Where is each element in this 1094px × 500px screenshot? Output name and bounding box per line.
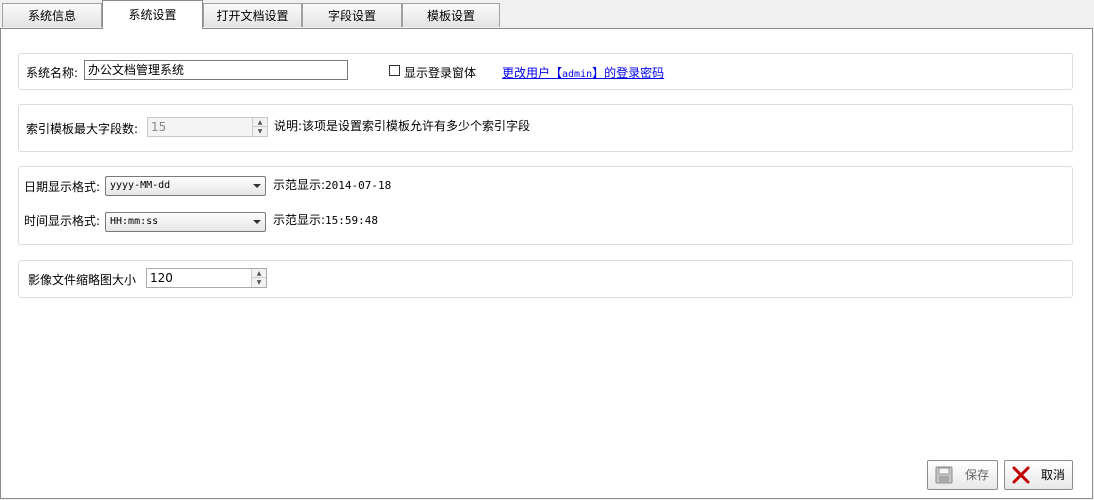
close-icon [1012, 466, 1030, 484]
save-label: 保存 [965, 468, 990, 482]
save-icon [935, 466, 953, 484]
link-username: admin [562, 69, 593, 80]
tab-bar: 系统信息 系统设置 打开文档设置 字段设置 模板设置 [0, 0, 1094, 29]
chevron-down-icon [253, 220, 261, 224]
tab-template-settings[interactable]: 模板设置 [402, 3, 500, 27]
tab-label: 字段设置 [327, 9, 376, 23]
date-example-label: 示范显示: [273, 178, 326, 192]
spin-up-icon[interactable]: ▲ [252, 269, 266, 278]
time-format-label: 时间显示格式: [24, 214, 101, 228]
show-login-checkbox[interactable] [389, 65, 400, 76]
cancel-button[interactable]: 取消 [1004, 460, 1073, 490]
tab-open-document-settings[interactable]: 打开文档设置 [203, 3, 302, 27]
time-example: 示范显示:15:59:48 [273, 211, 378, 228]
date-format-label: 日期显示格式: [24, 180, 101, 194]
index-template-value: 15 [151, 120, 167, 134]
spin-down-icon[interactable]: ▼ [253, 127, 267, 136]
date-example: 示范显示:2014-07-18 [273, 176, 391, 193]
time-format-select[interactable]: HH:mm:ss [105, 212, 266, 232]
date-format-select[interactable]: yyyy-MM-dd [105, 176, 266, 196]
index-template-note: 说明:该项是设置索引模板允许有多少个索引字段 [274, 119, 531, 133]
save-button[interactable]: 保存 [927, 460, 998, 490]
settings-pane: 系统名称: 办公文档管理系统 显示登录窗体 更改用户【admin】的登录密码 索… [0, 28, 1093, 499]
thumbnail-value: 120 [150, 271, 173, 285]
system-name-group: 系统名称: 办公文档管理系统 显示登录窗体 更改用户【admin】的登录密码 [18, 53, 1073, 90]
tab-field-settings[interactable]: 字段设置 [302, 3, 402, 27]
thumbnail-group: 影像文件缩略图大小 120 ▲ ▼ [18, 260, 1073, 298]
index-template-spinner[interactable]: 15 ▲ ▼ [147, 117, 268, 137]
index-template-label: 索引模板最大字段数: [26, 122, 139, 136]
cancel-label: 取消 [1041, 468, 1066, 482]
tab-label: 打开文档设置 [216, 9, 289, 23]
tab-system-settings[interactable]: 系统设置 [102, 0, 203, 29]
spinner-buttons[interactable]: ▲ ▼ [251, 269, 266, 287]
time-example-value: 15:59:48 [325, 214, 379, 227]
spinner-buttons[interactable]: ▲ ▼ [252, 118, 267, 136]
date-format-value: yyyy-MM-dd [110, 180, 171, 191]
thumbnail-size-spinner[interactable]: 120 ▲ ▼ [146, 268, 267, 288]
system-name-label: 系统名称: [26, 66, 79, 80]
tab-label: 模板设置 [426, 9, 475, 23]
spin-up-icon[interactable]: ▲ [253, 118, 267, 127]
link-prefix: 更改用户【 [502, 66, 563, 80]
change-password-link[interactable]: 更改用户【admin】的登录密码 [502, 64, 664, 81]
tab-system-info[interactable]: 系统信息 [2, 3, 102, 27]
system-name-input[interactable]: 办公文档管理系统 [84, 60, 348, 80]
tab-label: 系统设置 [128, 8, 177, 22]
date-example-value: 2014-07-18 [325, 179, 392, 192]
tab-label: 系统信息 [27, 9, 76, 23]
show-login-label[interactable]: 显示登录窗体 [404, 64, 476, 81]
index-template-group: 索引模板最大字段数: 15 ▲ ▼ 说明:该项是设置索引模板允许有多少个索引字段 [18, 104, 1073, 152]
link-suffix: 】的登录密码 [592, 66, 665, 80]
chevron-down-icon [253, 184, 261, 188]
time-format-value: HH:mm:ss [110, 216, 159, 227]
date-time-format-group: 日期显示格式: yyyy-MM-dd 示范显示:2014-07-18 时间显示格… [18, 166, 1073, 245]
system-name-value: 办公文档管理系统 [88, 63, 185, 77]
time-example-label: 示范显示: [273, 213, 326, 227]
spin-down-icon[interactable]: ▼ [252, 278, 266, 287]
thumbnail-label: 影像文件缩略图大小 [28, 273, 137, 287]
